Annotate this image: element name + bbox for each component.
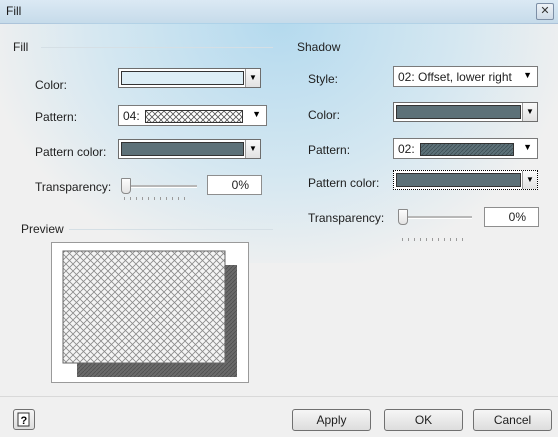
shadow-color-swatch <box>396 105 521 119</box>
fill-divider <box>41 47 273 48</box>
shadow-pattern-label: Pattern: <box>308 143 351 157</box>
fill-section-title: Fill <box>13 40 29 54</box>
fill-color-swatch <box>121 71 244 85</box>
fill-pattern-value: 04: <box>123 109 140 123</box>
fill-color-label: Color: <box>35 78 68 92</box>
chevron-down-icon: ▼ <box>252 109 261 119</box>
fill-color-picker[interactable]: ▼ <box>118 68 261 88</box>
close-icon[interactable]: ✕ <box>536 3 554 20</box>
shadow-pattern-color-swatch <box>396 173 521 187</box>
shadow-section-title: Shadow <box>297 40 341 54</box>
crosshatch-pattern-icon <box>145 110 243 123</box>
preview-area <box>51 242 249 383</box>
preview-section-header: Preview <box>21 222 273 238</box>
chevron-down-icon[interactable]: ▼ <box>522 171 537 189</box>
shadow-pattern-select[interactable]: 02: ▼ <box>393 138 538 159</box>
diagonal-pattern-icon <box>420 143 514 156</box>
chevron-down-icon[interactable]: ▼ <box>245 140 260 158</box>
title-bar: Fill ✕ <box>0 0 558 24</box>
shadow-style-value: 02: Offset, lower right <box>398 70 512 84</box>
help-icon: ? <box>17 412 30 427</box>
fill-transparency-label: Transparency: <box>35 180 112 194</box>
chevron-down-icon[interactable]: ▼ <box>522 103 537 121</box>
footer-divider <box>0 396 558 397</box>
preview-divider <box>69 229 273 230</box>
fill-pattern-color-swatch <box>121 142 244 156</box>
apply-button[interactable]: Apply <box>292 409 371 431</box>
chevron-down-icon: ▼ <box>523 70 532 80</box>
window-title: Fill <box>6 4 22 18</box>
ok-button[interactable]: OK <box>384 409 463 431</box>
fill-section-header: Fill <box>13 40 273 56</box>
shadow-section-header: Shadow <box>297 40 547 56</box>
chevron-down-icon: ▼ <box>523 142 532 152</box>
fill-pattern-select[interactable]: 04: ▼ <box>118 105 267 126</box>
fill-transparency-ticks <box>124 197 189 201</box>
cancel-button[interactable]: Cancel <box>473 409 552 431</box>
fill-pattern-label: Pattern: <box>35 110 78 124</box>
fill-transparency-slider-track[interactable] <box>124 185 197 188</box>
shadow-pattern-color-label: Pattern color: <box>308 176 380 190</box>
shadow-pattern-value: 02: <box>398 142 415 156</box>
fill-transparency-slider-thumb[interactable] <box>121 178 131 194</box>
shadow-pattern-color-picker[interactable]: ▼ <box>393 170 538 190</box>
shadow-transparency-slider-thumb[interactable] <box>398 209 408 225</box>
shadow-transparency-slider-track[interactable] <box>402 216 472 219</box>
shadow-style-select[interactable]: 02: Offset, lower right ▼ <box>393 66 538 87</box>
preview-section-title: Preview <box>21 222 64 236</box>
fill-pattern-color-label: Pattern color: <box>35 145 107 159</box>
shadow-transparency-ticks <box>402 238 467 242</box>
help-button[interactable]: ? <box>13 409 35 430</box>
svg-text:?: ? <box>21 415 28 427</box>
fill-transparency-input[interactable]: 0% <box>207 175 262 195</box>
fill-pattern-color-picker[interactable]: ▼ <box>118 139 261 159</box>
preview-shape-graphic <box>62 250 237 377</box>
shadow-transparency-label: Transparency: <box>308 211 385 225</box>
chevron-down-icon[interactable]: ▼ <box>245 69 260 87</box>
shadow-style-label: Style: <box>308 72 339 86</box>
shadow-transparency-input[interactable]: 0% <box>484 207 539 227</box>
shadow-color-picker[interactable]: ▼ <box>393 102 538 122</box>
shadow-color-label: Color: <box>308 108 341 122</box>
